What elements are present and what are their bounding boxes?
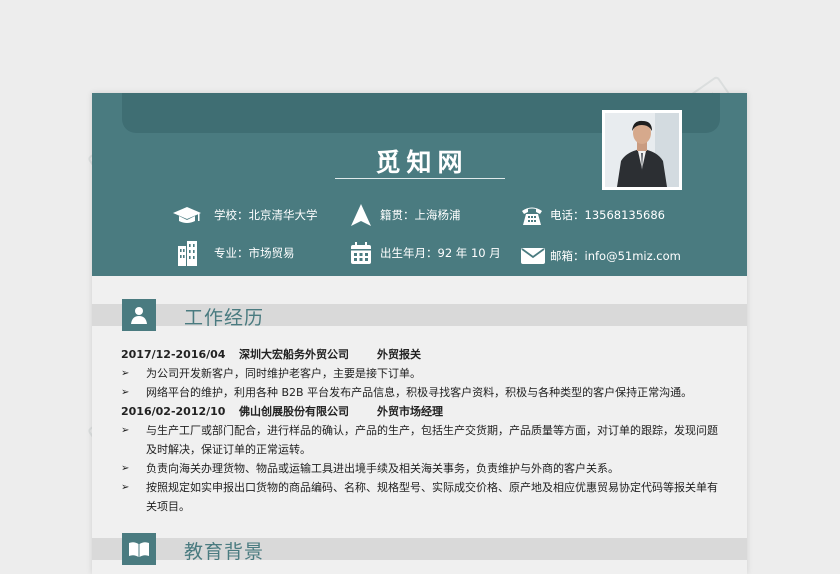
job-date: 2016/02-2012/10 bbox=[121, 405, 226, 418]
bullet-arrow-icon: ➢ bbox=[121, 368, 130, 379]
building-icon bbox=[176, 240, 206, 266]
bullet-text: 为公司开发新客户，同时维护老客户，主要是接下订单。 bbox=[146, 367, 421, 380]
person-icon bbox=[131, 307, 147, 324]
envelope-icon bbox=[520, 243, 550, 269]
calendar-icon bbox=[350, 240, 380, 266]
bullet-text: 负责向海关办理货物、物品或运输工具进出境手续及相关海关事务，负责维护与外商的客户… bbox=[146, 462, 619, 475]
phone-text: 电话：13568135686 bbox=[550, 208, 665, 222]
work-section-icon-box bbox=[122, 299, 156, 331]
major-text: 专业：市场贸易 bbox=[214, 246, 295, 260]
job-date: 2017/12-2016/04 bbox=[121, 348, 226, 361]
telephone-icon bbox=[520, 202, 550, 228]
graduation-cap-icon bbox=[172, 202, 202, 228]
job-header: 2016/02-2012/10 佛山创展股份有限公司 外贸市场经理 bbox=[121, 402, 721, 421]
job-bullet: ➢ 负责向海关办理货物、物品或运输工具进出境手续及相关海关事务，负责维护与外商的客… bbox=[121, 459, 721, 478]
bullet-text: 网络平台的维护，利用各种 B2B 平台发布产品信息，积极寻找客户资料，积极与各种… bbox=[146, 386, 693, 399]
book-icon bbox=[129, 542, 149, 557]
bullet-text: 与生产工厂或部门配合，进行样品的确认，产品的生产，包括生产交货期，产品质量等方面… bbox=[146, 424, 718, 456]
email-text: 邮箱：info@51miz.com bbox=[550, 249, 681, 263]
info-major: 专业：市场贸易 bbox=[176, 240, 295, 266]
bullet-arrow-icon: ➢ bbox=[121, 425, 130, 436]
birth-text: 出生年月：92 年 10 月 bbox=[380, 246, 501, 260]
profile-photo bbox=[602, 110, 682, 190]
info-origin: 籍贯：上海杨浦 bbox=[350, 202, 461, 228]
job-bullet: ➢ 按照规定如实申报出口货物的商品编码、名称、规格型号、实际成交价格、原产地及相应… bbox=[121, 478, 721, 516]
info-school: 学校：北京清华大学 bbox=[172, 202, 318, 228]
location-arrow-icon bbox=[350, 202, 380, 228]
job-bullet: ➢ 网络平台的维护，利用各种 B2B 平台发布产品信息，积极寻找客户资料，积极与各… bbox=[121, 383, 721, 402]
work-experience-content: 2017/12-2016/04 深圳大宏船务外贸公司 外贸报关 ➢ 为公司开发新客… bbox=[121, 345, 721, 516]
info-birth: 出生年月：92 年 10 月 bbox=[350, 240, 501, 266]
job-company: 佛山创展股份有限公司 bbox=[239, 405, 349, 418]
bullet-arrow-icon: ➢ bbox=[121, 463, 130, 474]
bullet-text: 按照规定如实申报出口货物的商品编码、名称、规格型号、实际成交价格、原产地及相应优… bbox=[146, 481, 718, 513]
resume-page: 觅知网 学校：北京清华大学 籍贯：上海杨浦 电话：13568135686 专业：… bbox=[92, 93, 747, 574]
profile-photo-image bbox=[605, 113, 679, 187]
job-title: 外贸报关 bbox=[377, 348, 421, 361]
job-company: 深圳大宏船务外贸公司 bbox=[239, 348, 349, 361]
info-email: 邮箱：info@51miz.com bbox=[520, 243, 681, 269]
job-bullet: ➢ 为公司开发新客户，同时维护老客户，主要是接下订单。 bbox=[121, 364, 721, 383]
resume-header: 觅知网 学校：北京清华大学 籍贯：上海杨浦 电话：13568135686 专业：… bbox=[92, 93, 747, 276]
school-text: 学校：北京清华大学 bbox=[214, 208, 318, 222]
job-title: 外贸市场经理 bbox=[377, 405, 443, 418]
work-section-title: 工作经历 bbox=[184, 307, 265, 329]
name-divider bbox=[335, 178, 505, 179]
bullet-arrow-icon: ➢ bbox=[121, 387, 130, 398]
education-section-title: 教育背景 bbox=[184, 541, 265, 563]
bullet-arrow-icon: ➢ bbox=[121, 482, 130, 493]
education-section-icon-box bbox=[122, 533, 156, 565]
job-header: 2017/12-2016/04 深圳大宏船务外贸公司 外贸报关 bbox=[121, 345, 721, 364]
info-phone: 电话：13568135686 bbox=[520, 202, 665, 228]
origin-text: 籍贯：上海杨浦 bbox=[380, 208, 461, 222]
job-bullet: ➢ 与生产工厂或部门配合，进行样品的确认，产品的生产，包括生产交货期，产品质量等方… bbox=[121, 421, 721, 459]
candidate-name: 觅知网 bbox=[375, 148, 469, 177]
